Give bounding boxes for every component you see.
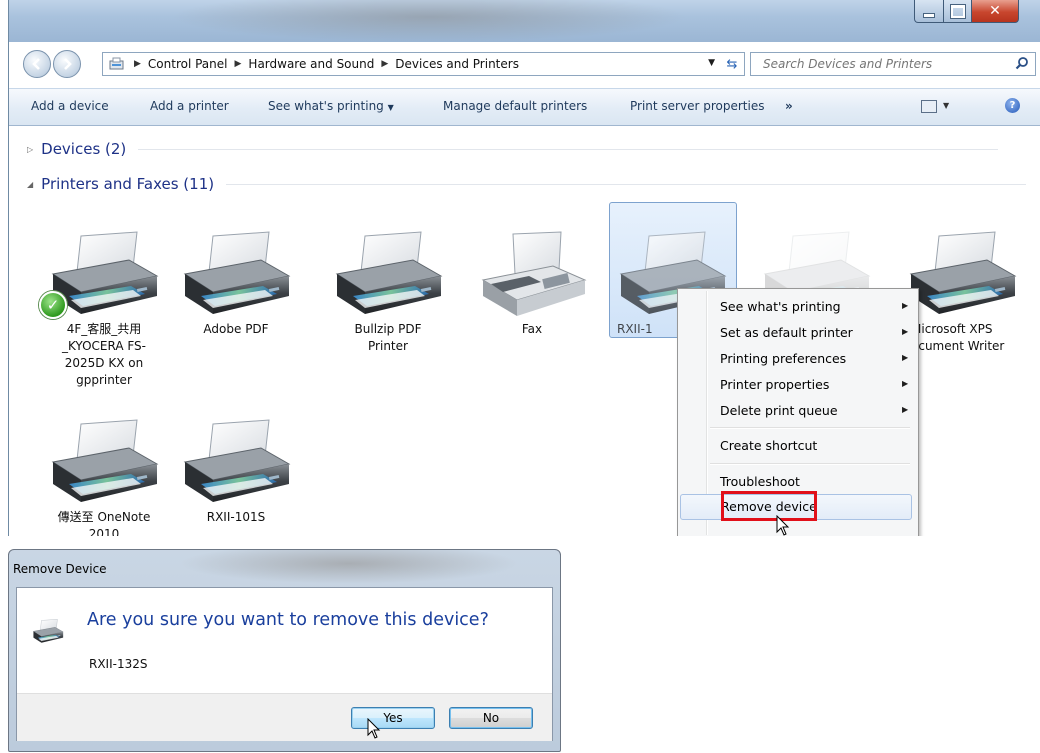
printer-label: Microsoft XPS ocument Writer: [911, 322, 1005, 353]
breadcrumb-separator-icon[interactable]: ▶: [381, 59, 388, 69]
printers-group-label: Printers and Faxes (11): [41, 175, 215, 193]
menu-item-create-shortcut[interactable]: Create shortcut: [680, 434, 914, 458]
manage-default-printers-button[interactable]: Manage default printers: [443, 99, 587, 113]
menu-item-remove-device[interactable]: Remove device: [680, 491, 912, 521]
expand-triangle-icon[interactable]: ▷: [27, 145, 33, 154]
printer-icon: [33, 619, 64, 643]
devices-group-header[interactable]: ▷ Devices (2): [27, 140, 999, 158]
recent-pages-dropdown[interactable]: ▼: [89, 60, 95, 69]
context-menu: See what's printing ▶ Set as default pri…: [677, 288, 919, 536]
default-printer-check-icon: ✓: [39, 291, 67, 319]
see-whats-printing-label: See what's printing: [268, 99, 384, 113]
print-server-properties-button[interactable]: Print server properties: [630, 99, 764, 113]
minimize-button[interactable]: [914, 0, 944, 23]
breadcrumb-control-panel[interactable]: Control Panel: [148, 57, 228, 71]
yes-button[interactable]: Yes: [351, 707, 435, 729]
close-button[interactable]: ✕: [971, 0, 1019, 23]
address-dropdown-icon[interactable]: ▼: [708, 58, 715, 68]
submenu-arrow-icon: ▶: [902, 327, 909, 336]
devices-and-printers-window: ✕ ▼ ▶ Control Panel ▶ Hardware and Sound…: [8, 0, 1040, 536]
confirmation-question: Are you sure you want to remove this dev…: [87, 610, 489, 630]
printer-icon: [52, 419, 158, 503]
maximize-button[interactable]: [943, 0, 972, 23]
help-icon[interactable]: ?: [1005, 98, 1020, 113]
collapse-triangle-icon[interactable]: ◢: [27, 180, 33, 189]
breadcrumb-separator-icon[interactable]: ▶: [235, 59, 242, 69]
forward-button[interactable]: [53, 50, 81, 78]
submenu-arrow-icon: ▶: [902, 353, 909, 362]
group-divider: [138, 148, 999, 150]
printer-label: RXII-101S: [206, 510, 266, 524]
printer-icon: [336, 231, 442, 315]
refresh-button[interactable]: ⇆: [720, 52, 745, 76]
menu-item-label: Printer properties: [720, 377, 830, 392]
submenu-arrow-icon: ▶: [902, 405, 909, 414]
view-dropdown-icon[interactable]: ▼: [943, 101, 949, 110]
back-arrow-icon: [32, 58, 40, 70]
more-commands-button[interactable]: »: [785, 99, 793, 113]
printer-label: Bullzip PDF Printer: [354, 322, 422, 353]
forward-arrow-icon: [64, 58, 72, 70]
menu-item-delete-print-queue[interactable]: Delete print queue ▶: [680, 399, 914, 423]
control-panel-icon: [109, 57, 124, 70]
printers-group-header[interactable]: ◢ Printers and Faxes (11): [27, 175, 1027, 193]
command-bar: Add a device Add a printer See what's pr…: [9, 88, 1040, 126]
printer-icon: [184, 231, 290, 315]
close-icon: ✕: [989, 3, 1001, 19]
dialog-body: Are you sure you want to remove this dev…: [16, 587, 553, 741]
dialog-title: Remove Device: [13, 562, 107, 576]
breadcrumb-separator-icon[interactable]: ▶: [134, 59, 141, 69]
no-button[interactable]: No: [449, 707, 533, 729]
menu-separator: [710, 427, 910, 429]
menu-item-see-whats-printing[interactable]: See what's printing ▶: [680, 295, 914, 319]
printer-item[interactable]: Adobe PDF: [173, 230, 299, 338]
devices-group-label: Devices (2): [41, 140, 127, 158]
window-titlebar[interactable]: ✕: [9, 0, 1040, 42]
printer-label: 4F_客服_共用 _KYOCERA FS-2025D KX on gpprint…: [61, 322, 147, 387]
fax-icon: [482, 231, 586, 317]
menu-item-label: Set as default printer: [720, 325, 853, 340]
submenu-arrow-icon: ▶: [902, 301, 909, 310]
menu-item-printing-preferences[interactable]: Printing preferences ▶: [680, 347, 914, 371]
dropdown-arrow-icon: ▼: [387, 103, 394, 112]
refresh-icon: ⇆: [726, 56, 738, 72]
printer-label: Adobe PDF: [203, 322, 269, 336]
printer-item[interactable]: 傳送至 OneNote 2010: [41, 418, 167, 536]
red-highlight-box: [721, 491, 817, 521]
add-printer-button[interactable]: Add a printer: [150, 99, 229, 113]
menu-item-set-default-printer[interactable]: Set as default printer ▶: [680, 321, 914, 345]
menu-item-label: See what's printing: [720, 299, 841, 314]
menu-item-label: Create shortcut: [720, 438, 818, 453]
submenu-arrow-icon: ▶: [902, 379, 909, 388]
menu-item-printer-properties[interactable]: Printer properties ▶: [680, 373, 914, 397]
dialog-footer: Yes No: [17, 693, 552, 741]
search-input[interactable]: [761, 56, 1005, 72]
search-icon[interactable]: [1015, 56, 1029, 70]
breadcrumb-devices-and-printers[interactable]: Devices and Printers: [395, 57, 519, 71]
device-name: RXII-132S: [89, 657, 148, 671]
mouse-cursor-icon: [776, 515, 790, 536]
group-divider: [226, 183, 1027, 185]
menu-item-label: Printing preferences: [720, 351, 847, 366]
dialog-titlebar[interactable]: Remove Device: [9, 550, 560, 588]
printer-item[interactable]: RXII-101S: [173, 418, 299, 526]
printer-icon: [184, 419, 290, 503]
remove-device-dialog: Remove Device Are you sure you want to r…: [8, 549, 561, 752]
address-bar[interactable]: ▶ Control Panel ▶ Hardware and Sound ▶ D…: [102, 52, 722, 76]
printer-item[interactable]: Bullzip PDF Printer: [325, 230, 451, 355]
change-view-icon[interactable]: [921, 100, 937, 113]
mouse-cursor-icon: [367, 718, 381, 739]
breadcrumb-hardware-and-sound[interactable]: Hardware and Sound: [248, 57, 374, 71]
menu-item-label: Troubleshoot: [720, 474, 800, 489]
navigation-bar: ▼ ▶ Control Panel ▶ Hardware and Sound ▶…: [9, 46, 1040, 80]
search-box[interactable]: [750, 52, 1036, 76]
fax-label: Fax: [521, 322, 543, 336]
printer-label: 傳送至 OneNote 2010: [57, 510, 151, 536]
menu-item-label: Delete print queue: [720, 403, 838, 418]
menu-separator: [710, 463, 910, 465]
fax-item[interactable]: Fax: [469, 230, 595, 338]
add-device-button[interactable]: Add a device: [31, 99, 109, 113]
back-button[interactable]: [23, 50, 51, 78]
see-whats-printing-button[interactable]: See what's printing ▼: [268, 99, 394, 113]
